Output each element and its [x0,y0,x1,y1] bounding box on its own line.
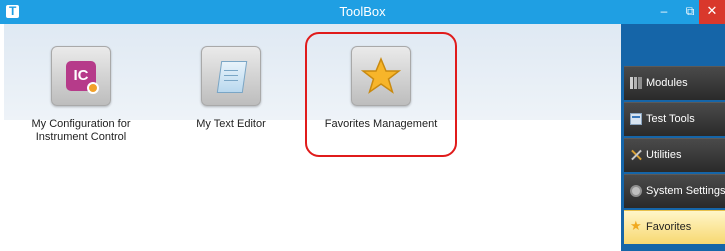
sidebar-item-label: Favorites [646,221,692,233]
sidebar-item-label: Modules [646,77,688,89]
sidebar-item-utilities[interactable]: Utilities [624,138,725,172]
tool-tile[interactable]: IC [51,46,111,106]
sidebar-item-favorites[interactable]: ★ Favorites [624,210,725,244]
tool-label: My Configuration for Instrument Control [31,118,131,143]
gear-icon [87,82,99,94]
sidebar-item-label: System Settings [646,185,725,197]
sidebar-item-label: Test Tools [646,113,695,125]
tool-instrument-control[interactable]: IC My Configuration for Instrument Contr… [11,46,151,144]
utilities-icon [630,149,642,161]
test-tools-icon [630,113,642,125]
text-editor-icon [216,61,248,93]
window-title: ToolBox [339,4,386,19]
sidebar-item-label: Utilities [646,149,682,161]
modules-icon [630,77,642,89]
sidebar-item-modules[interactable]: Modules [624,66,725,100]
minimize-button[interactable]: – [651,0,677,24]
system-settings-icon [630,185,642,197]
sidebar: Modules Test Tools Utilities System Sett… [621,24,725,251]
star-icon: ★ [630,218,642,233]
tool-tile[interactable] [201,46,261,106]
selection-highlight [305,32,457,157]
close-button[interactable]: ✕ [699,0,725,24]
tool-label: My Text Editor [196,118,266,130]
tool-text-editor[interactable]: My Text Editor [161,46,301,131]
instrument-control-icon: IC [66,61,99,94]
title-bar: ToolBox – ⧉ ✕ [0,0,725,24]
sidebar-item-test-tools[interactable]: Test Tools [624,102,725,136]
sidebar-item-system-settings[interactable]: System Settings [624,174,725,208]
